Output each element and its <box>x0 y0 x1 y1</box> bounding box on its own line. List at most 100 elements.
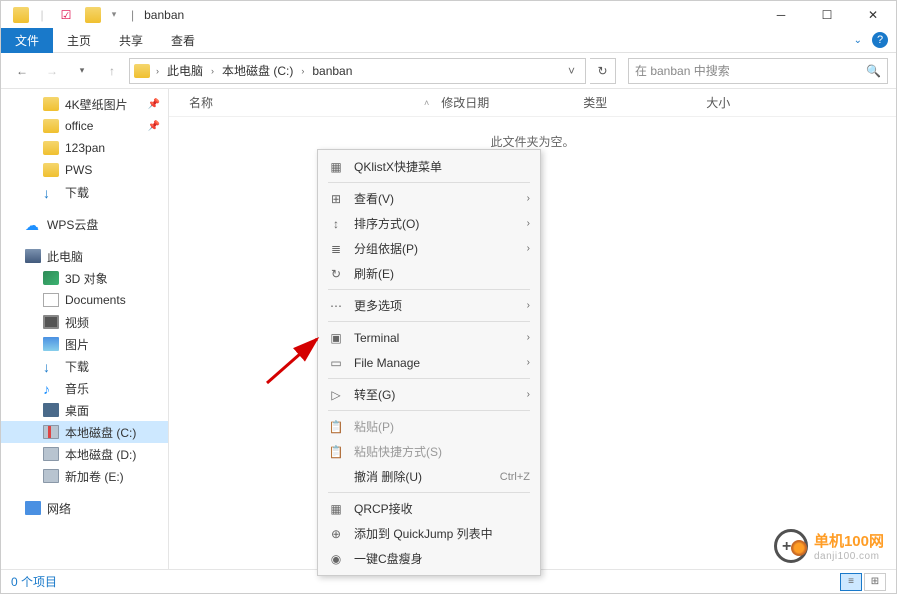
forward-button[interactable]: → <box>39 58 65 84</box>
back-button[interactable]: ← <box>9 58 35 84</box>
ribbon-expand-icon[interactable]: ⌄ <box>854 35 862 46</box>
video-icon <box>43 315 59 329</box>
help-icon[interactable]: ? <box>872 32 888 48</box>
tab-share[interactable]: 共享 <box>105 28 157 53</box>
pc-icon <box>25 249 41 263</box>
sidebar-wps[interactable]: ☁WPS云盘 <box>1 213 168 235</box>
submenu-arrow-icon: › <box>527 300 530 311</box>
col-name[interactable]: 名称 <box>169 94 424 111</box>
submenu-arrow-icon: › <box>527 218 530 229</box>
search-input[interactable]: 在 banban 中搜索 🔍 <box>628 58 888 84</box>
menu-item-icon: ⊕ <box>328 527 344 541</box>
menu-item: 📋粘贴(P) <box>318 414 540 439</box>
sidebar-pc-item[interactable]: ↓下载 <box>1 355 168 377</box>
download-icon: ↓ <box>43 359 59 373</box>
sidebar-quick-item[interactable]: ↓下载 <box>1 181 168 203</box>
menu-item[interactable]: ↕排序方式(O)› <box>318 211 540 236</box>
up-button[interactable]: ↑ <box>99 58 125 84</box>
menu-separator <box>328 410 530 411</box>
close-button[interactable]: ✕ <box>850 1 896 28</box>
menu-item[interactable]: ◉一键C盘瘦身 <box>318 546 540 571</box>
chevron-right-icon[interactable]: › <box>154 66 161 76</box>
sidebar-pc-item[interactable]: Documents <box>1 289 168 311</box>
folder-icon <box>43 119 59 133</box>
col-date[interactable]: 修改日期 <box>429 94 571 111</box>
sidebar-quick-item[interactable]: PWS <box>1 159 168 181</box>
menu-item[interactable]: ▷转至(G)› <box>318 382 540 407</box>
menu-item[interactable]: ▣Terminal› <box>318 325 540 350</box>
menu-item[interactable]: ▦QRCP接收 <box>318 496 540 521</box>
disk-icon <box>43 469 59 483</box>
sidebar-pc-item[interactable]: 新加卷 (E:) <box>1 465 168 487</box>
menu-item-icon: ▷ <box>328 388 344 402</box>
menu-item[interactable]: ↻刷新(E) <box>318 261 540 286</box>
sidebar-pc-item[interactable]: 视频 <box>1 311 168 333</box>
menu-item[interactable]: ⋯更多选项› <box>318 293 540 318</box>
file-tab[interactable]: 文件 <box>1 28 53 53</box>
menu-item[interactable]: ⊕添加到 QuickJump 列表中 <box>318 521 540 546</box>
breadcrumb-drive[interactable]: 本地磁盘 (C:) <box>220 62 295 79</box>
navigation-bar: ← → ▾ ↑ › 此电脑 › 本地磁盘 (C:) › banban ˅ ↻ 在… <box>1 53 896 89</box>
sidebar-network[interactable]: 网络 <box>1 497 168 519</box>
search-icon[interactable]: 🔍 <box>866 64 881 78</box>
sidebar-pc-item[interactable]: ♪音乐 <box>1 377 168 399</box>
quick-dropdown-icon[interactable]: ▾ <box>103 4 125 26</box>
sidebar-pc-item[interactable]: 本地磁盘 (D:) <box>1 443 168 465</box>
history-dropdown[interactable]: ▾ <box>69 58 95 84</box>
menu-item[interactable]: ▭File Manage› <box>318 350 540 375</box>
menu-item: 📋粘贴快捷方式(S) <box>318 439 540 464</box>
tab-home[interactable]: 主页 <box>53 28 105 53</box>
address-folder-icon <box>134 64 150 78</box>
download-icon: ↓ <box>43 185 59 199</box>
chevron-right-icon[interactable]: › <box>209 66 216 76</box>
pictures-icon <box>43 337 59 351</box>
sidebar-thispc[interactable]: 此电脑 <box>1 245 168 267</box>
menu-item[interactable]: ▦QKlistX快捷菜单 <box>318 154 540 179</box>
maximize-button[interactable]: ☐ <box>804 1 850 28</box>
col-type[interactable]: 类型 <box>571 94 694 111</box>
menu-item[interactable]: ⊞查看(V)› <box>318 186 540 211</box>
address-bar[interactable]: › 此电脑 › 本地磁盘 (C:) › banban ˅ <box>129 58 586 84</box>
breadcrumb-thispc[interactable]: 此电脑 <box>165 62 205 79</box>
chevron-right-icon[interactable]: › <box>299 66 306 76</box>
quick-folder-icon[interactable] <box>7 4 29 26</box>
menu-item-icon: ▦ <box>328 160 344 174</box>
quick-check-icon[interactable]: ☑ <box>55 4 77 26</box>
refresh-button[interactable]: ↻ <box>590 58 616 84</box>
sidebar-pc-item[interactable]: 3D 对象 <box>1 267 168 289</box>
menu-item[interactable]: ≣分组依据(P)› <box>318 236 540 261</box>
details-view-button[interactable]: ≡ <box>840 573 862 591</box>
menu-item-icon: ≣ <box>328 242 344 256</box>
sidebar-quick-item[interactable]: office📌 <box>1 115 168 137</box>
column-headers: 名称 ˄ 修改日期 类型 大小 <box>169 89 896 117</box>
menu-separator <box>328 321 530 322</box>
window-title: banban <box>140 8 184 22</box>
minimize-button[interactable]: ─ <box>758 1 804 28</box>
menu-item-icon: ⋯ <box>328 299 344 313</box>
address-dropdown-icon[interactable]: ˅ <box>562 64 581 78</box>
breadcrumb-folder[interactable]: banban <box>310 64 354 78</box>
menu-item-icon: 📋 <box>328 420 344 434</box>
sidebar-quick-item[interactable]: 123pan <box>1 137 168 159</box>
folder-icon <box>43 141 59 155</box>
title-bar: | ☑ ▾ | banban ─ ☐ ✕ <box>1 1 896 28</box>
submenu-arrow-icon: › <box>527 357 530 368</box>
icons-view-button[interactable]: ⊞ <box>864 573 886 591</box>
quick-folder2-icon[interactable] <box>79 4 101 26</box>
col-size[interactable]: 大小 <box>694 94 774 111</box>
sidebar-pc-item[interactable]: 图片 <box>1 333 168 355</box>
item-count: 0 个项目 <box>11 573 57 590</box>
sidebar-pc-item[interactable]: 本地磁盘 (C:) <box>1 421 168 443</box>
menu-item[interactable]: 撤消 删除(U)Ctrl+Z <box>318 464 540 489</box>
3dobjects-icon <box>43 271 59 285</box>
menu-item-icon: ▣ <box>328 331 344 345</box>
empty-folder-message: 此文件夹为空。 <box>169 117 896 150</box>
navigation-pane[interactable]: 4K壁纸图片📌office📌123panPWS↓下载 ☁WPS云盘 此电脑 3D… <box>1 89 169 569</box>
pin-icon: 📌 <box>148 121 160 132</box>
network-icon <box>25 501 41 515</box>
tab-view[interactable]: 查看 <box>157 28 209 53</box>
sidebar-pc-item[interactable]: 桌面 <box>1 399 168 421</box>
menu-item-icon: ↻ <box>328 267 344 281</box>
documents-icon <box>43 293 59 307</box>
sidebar-quick-item[interactable]: 4K壁纸图片📌 <box>1 93 168 115</box>
